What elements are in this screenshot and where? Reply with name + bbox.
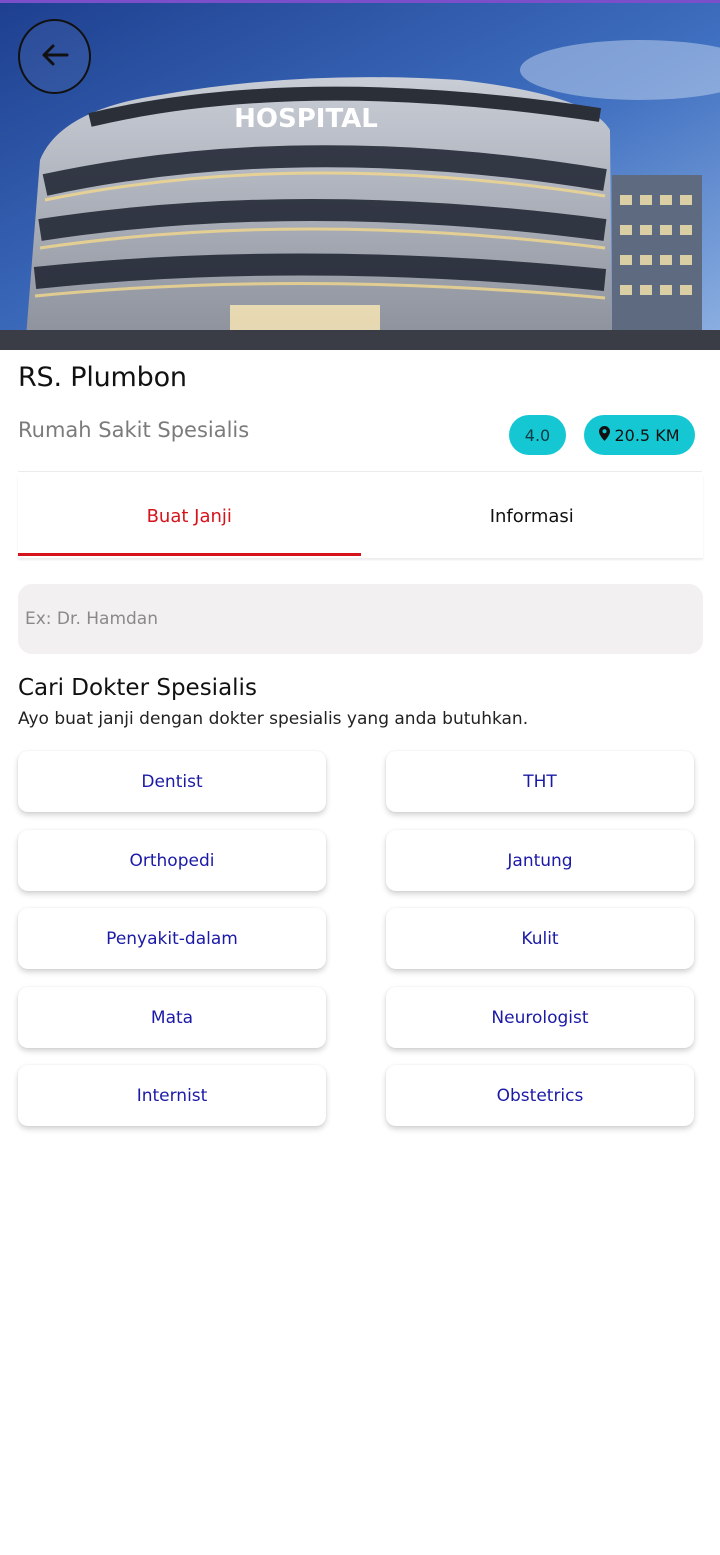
specialist-button-orthopedi[interactable]: Orthopedi [18,830,326,891]
hospital-name: RS. Plumbon [18,362,187,393]
specialist-label: Mata [150,1007,194,1028]
specialist-button-jantung[interactable]: Jantung [386,830,694,891]
specialist-label: Penyakit-dalam [106,928,238,949]
hospital-sign-text: HOSPITAL [234,104,378,134]
specialist-label: Internist [136,1085,208,1106]
tab-buat-janji[interactable]: Buat Janji [18,474,361,558]
specialist-button-penyakit-dalam[interactable]: Penyakit-dalam [18,908,326,969]
section-title: Cari Dokter Spesialis [18,675,257,701]
specialist-button-dentist[interactable]: Dentist [18,751,326,812]
hospital-hero-image: HOSPITAL [0,0,720,350]
rating-badge: 4.0 [509,415,566,455]
tab-informasi[interactable]: Informasi [361,474,704,558]
tab-label: Informasi [489,505,574,527]
rating-value: 4.0 [524,425,551,445]
section-subtitle: Ayo buat janji dengan dokter spesialis y… [18,709,529,729]
specialist-button-internist[interactable]: Internist [18,1065,326,1126]
arrow-left-icon [41,43,69,71]
specialist-label: Dentist [141,771,203,792]
specialist-label: Kulit [521,928,559,949]
hospital-type: Rumah Sakit Spesialis [18,418,250,442]
doctor-search-input[interactable] [25,609,703,629]
specialist-label: Jantung [507,850,573,871]
specialist-button-kulit[interactable]: Kulit [386,908,694,969]
header-divider [18,471,702,472]
distance-badge: 20.5 KM [584,415,695,455]
specialist-label: Neurologist [491,1007,589,1028]
specialist-button-mata[interactable]: Mata [18,987,326,1048]
specialist-button-tht[interactable]: THT [386,751,694,812]
tab-label: Buat Janji [146,505,232,527]
specialist-label: THT [523,771,557,792]
specialist-label: Orthopedi [129,850,215,871]
specialist-button-obstetrics[interactable]: Obstetrics [386,1065,694,1126]
location-pin-icon [599,425,611,445]
back-button[interactable] [18,19,91,94]
specialist-label: Obstetrics [496,1085,584,1106]
doctor-search-box [18,584,703,654]
specialist-button-neurologist[interactable]: Neurologist [386,987,694,1048]
distance-value: 20.5 KM [614,425,680,445]
tab-bar: Buat Janji Informasi [18,474,703,558]
